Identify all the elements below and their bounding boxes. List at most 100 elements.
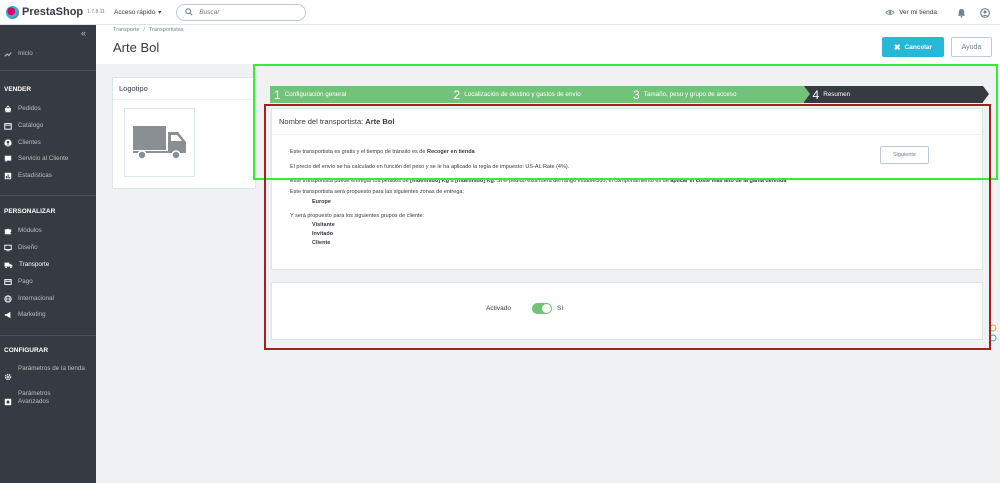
- sidebar-item-shop-parameters[interactable]: Parámetros de la tienda: [0, 365, 96, 387]
- step-label: Configuración general: [284, 91, 347, 98]
- user-circle-icon: [4, 138, 12, 147]
- transit-value: Recoger en tienda: [426, 149, 475, 155]
- sidebar-item-label: Módulos: [18, 227, 42, 234]
- sidebar-item-advanced-parameters[interactable]: Parámetros Avanzados: [0, 390, 96, 412]
- carrier-name-value: Arte Bol: [365, 117, 395, 126]
- search-icon: [185, 8, 193, 16]
- sidebar-item-shipping[interactable]: Transporte: [0, 256, 96, 273]
- bar-chart-icon: [4, 172, 12, 179]
- settings-box-icon: [4, 398, 12, 406]
- section-title-configure: CONFIGURAR: [4, 347, 49, 354]
- step-label: Resumen: [823, 91, 851, 98]
- logo-panel: Logotipo: [112, 77, 256, 189]
- sidebar-item-catalog[interactable]: Catálogo: [0, 117, 96, 134]
- group-item: Invitado: [312, 231, 334, 237]
- sidebar-item-design[interactable]: Diseño: [0, 239, 96, 256]
- sidebar-item-customers[interactable]: Clientes: [0, 134, 96, 151]
- gear-icon: [4, 373, 12, 381]
- help-button[interactable]: Ayuda: [951, 37, 992, 57]
- next-button[interactable]: Siguiente: [880, 146, 929, 164]
- user-account-icon[interactable]: [980, 7, 990, 18]
- breadcrumb-link-shipping[interactable]: Transporte: [113, 27, 139, 33]
- wizard-step-3[interactable]: 3 Tamaño, peso y grupo de acceso: [624, 86, 809, 103]
- search-box[interactable]: [176, 3, 307, 21]
- wizard-step-1[interactable]: 1 Configuración general: [270, 86, 450, 103]
- divider: [0, 70, 96, 71]
- sidebar-item-international[interactable]: Internacional: [0, 290, 96, 307]
- sidebar-item-home[interactable]: Inicio: [0, 45, 96, 62]
- weight-mid: a: [450, 178, 454, 184]
- page-header-area: [96, 25, 1000, 64]
- step-number: 1: [274, 87, 281, 102]
- wizard-step-4[interactable]: 4 Resumen: [803, 86, 989, 103]
- section-title-customize: PERSONALIZAR: [4, 208, 56, 215]
- sidebar-item-marketing[interactable]: Marketing: [0, 306, 96, 323]
- top-bar: PrestaShop 1.7.8.11 Acceso rápido ▾ Ver …: [0, 0, 1000, 25]
- sidebar-item-label: Parámetros Avanzados: [18, 390, 51, 405]
- sidebar-item-label: Catálogo: [18, 122, 44, 129]
- eye-icon: [885, 10, 895, 15]
- sidebar-item-modules[interactable]: Módulos: [0, 222, 96, 239]
- side-help-widget-icon[interactable]: [988, 322, 998, 344]
- summary-panel: Nombre del transportista: Arte Bol Este …: [271, 108, 983, 270]
- sidebar-item-label: Estadísticas: [18, 172, 52, 179]
- breadcrumb-current[interactable]: Transportistas: [149, 27, 184, 33]
- step-number: 2: [453, 87, 461, 102]
- weight-max: [indefinido] Kg: [455, 178, 494, 184]
- view-store-link[interactable]: Ver mi tienda: [885, 9, 937, 16]
- sidebar-item-label: Transporte: [19, 261, 50, 268]
- cancel-button[interactable]: ✖ Cancelar: [882, 37, 944, 57]
- bell-icon[interactable]: [957, 8, 966, 18]
- collapse-sidebar-icon[interactable]: «: [81, 28, 86, 38]
- chat-icon: [4, 155, 12, 162]
- status-panel: [271, 282, 983, 340]
- zone-item: Europe: [312, 199, 331, 205]
- carrier-name-label: Nombre del transportista:: [279, 117, 364, 126]
- sidebar-item-stats[interactable]: Estadísticas: [0, 167, 96, 184]
- catalog-icon: [4, 122, 12, 130]
- version-label: 1.7.8.11: [87, 9, 105, 15]
- weight-min: [indefinido] Kg: [410, 178, 449, 184]
- quick-access-dropdown[interactable]: Acceso rápido ▾: [114, 9, 161, 16]
- prestashop-logo[interactable]: PrestaShop 1.7.8.11: [0, 5, 110, 19]
- sidebar: « Inicio VENDER Pedidos Catálogo Cliente…: [0, 25, 96, 483]
- logo-icon: [6, 5, 19, 19]
- carrier-logo[interactable]: [124, 108, 195, 177]
- view-store-label: Ver mi tienda: [899, 9, 937, 16]
- shopping-basket-icon: [4, 104, 12, 112]
- credit-card-icon: [4, 278, 12, 285]
- step-label: Localización de destino y gastos de enví…: [464, 91, 581, 98]
- sidebar-item-orders[interactable]: Pedidos: [0, 100, 96, 117]
- divider: [0, 335, 96, 336]
- caret-down-icon: ▾: [158, 9, 162, 16]
- trend-up-icon: [4, 51, 12, 57]
- enabled-label: Activado: [486, 305, 511, 312]
- search-input[interactable]: [199, 8, 295, 16]
- truck-small-icon: [4, 262, 13, 268]
- megaphone-icon: [4, 311, 11, 318]
- sidebar-item-payment[interactable]: Pago: [0, 273, 96, 290]
- truck-icon: [132, 125, 186, 160]
- group-item: Cliente: [312, 240, 331, 246]
- breadcrumb: Transporte / Transportistas: [113, 27, 184, 33]
- brand-name: PrestaShop: [22, 6, 84, 18]
- enabled-toggle-value: Sí: [557, 305, 564, 312]
- section-title-sell: VENDER: [4, 86, 32, 93]
- page-title: Arte Bol: [113, 40, 160, 55]
- sidebar-item-label: Inicio: [18, 50, 33, 57]
- step-number: 4: [812, 87, 820, 102]
- sidebar-item-label: Pedidos: [18, 105, 41, 112]
- sidebar-item-customer-service[interactable]: Servicio al Cliente: [0, 150, 96, 167]
- summary-line-groups: Y será propuesto para los siguientes gru…: [290, 213, 425, 219]
- group-item: Visitante: [312, 222, 335, 228]
- enabled-toggle[interactable]: [532, 303, 552, 314]
- sidebar-item-label: Clientes: [18, 139, 41, 146]
- sidebar-item-label: Pago: [18, 278, 33, 285]
- logo-panel-title: Logotipo: [113, 78, 255, 100]
- globe-icon: [4, 294, 12, 303]
- close-icon: ✖: [893, 42, 901, 52]
- sidebar-item-label: Marketing: [18, 311, 46, 318]
- sidebar-item-label: Parámetros de la tienda: [18, 365, 85, 372]
- wizard-step-2[interactable]: 2 Localización de destino y gastos de en…: [444, 86, 630, 103]
- wizard-steps: 1 Configuración general 2 Localización d…: [270, 86, 989, 103]
